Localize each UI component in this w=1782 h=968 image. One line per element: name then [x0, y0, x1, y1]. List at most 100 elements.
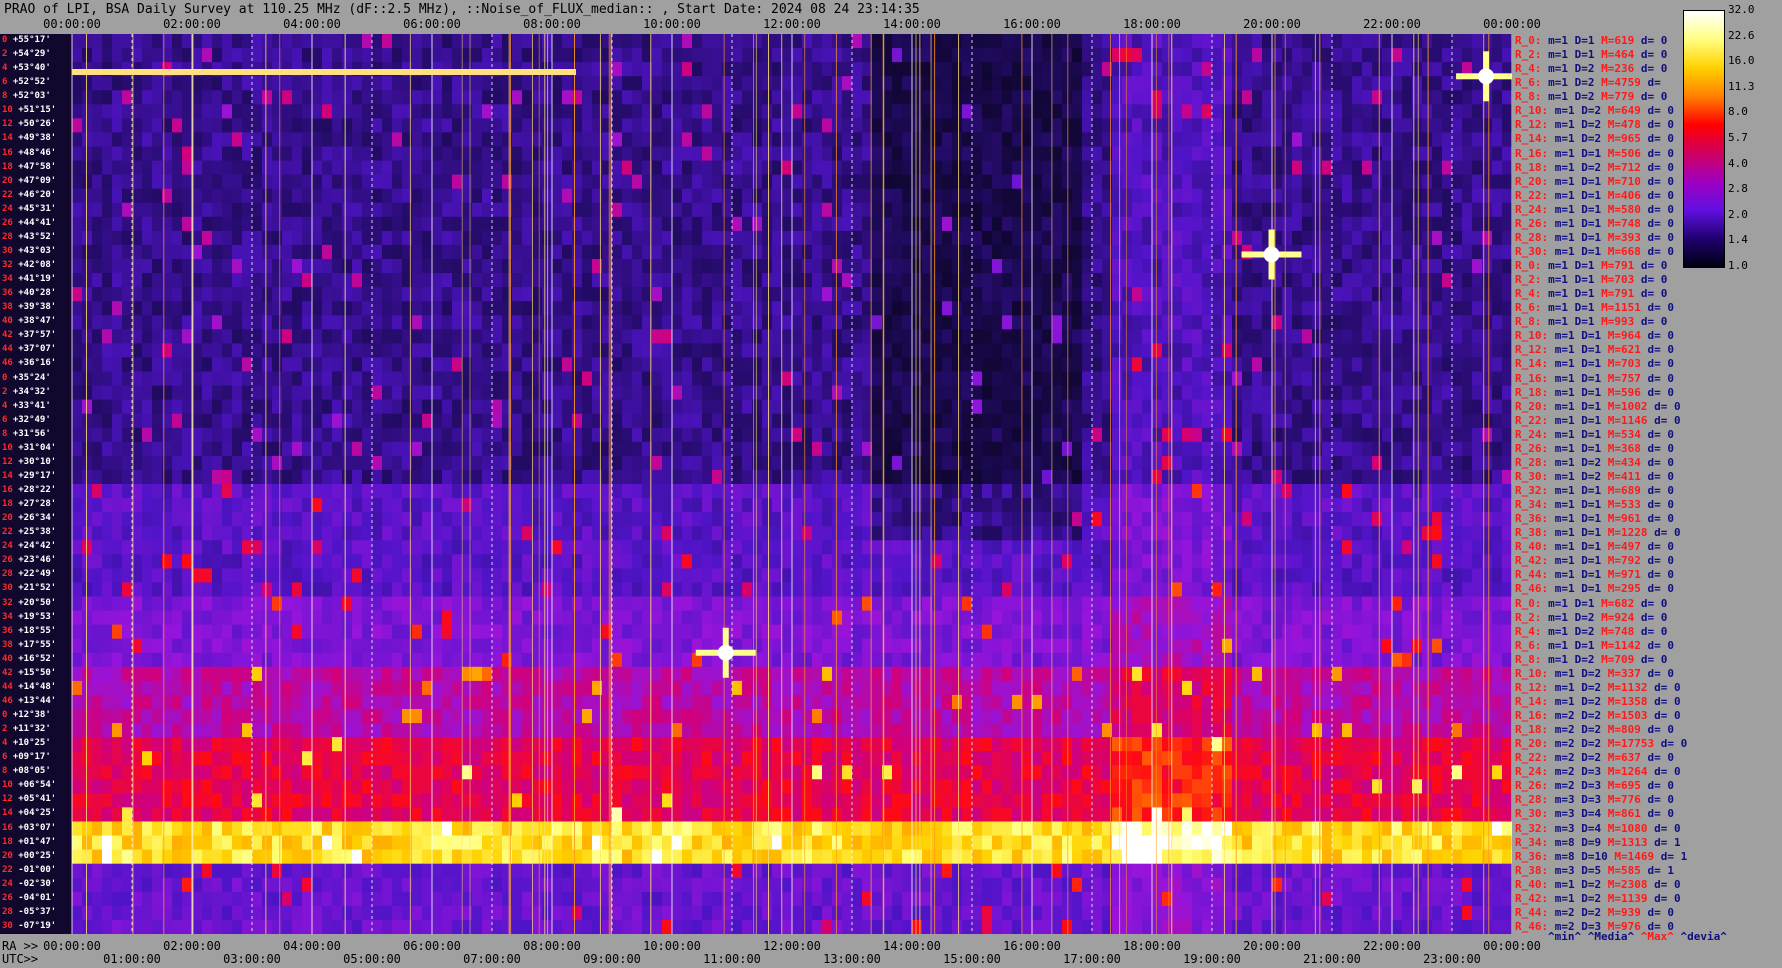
heatmap-cell — [352, 34, 363, 49]
heatmap-cell — [1292, 160, 1303, 176]
heatmap-cell — [812, 259, 823, 274]
heatmap-cell — [1132, 216, 1143, 232]
heatmap-cell — [182, 244, 193, 260]
heatmap-cell — [312, 76, 323, 91]
heatmap-cell — [782, 498, 793, 513]
heatmap-cell — [222, 132, 233, 148]
heatmap-cell — [1312, 315, 1323, 330]
heatmap-cell — [1492, 287, 1503, 302]
heatmap-cell — [1082, 48, 1093, 63]
heatmap-cell — [472, 371, 483, 387]
heatmap-cell — [1432, 174, 1443, 190]
heatmap-cell — [1222, 118, 1233, 134]
heatmap-cell — [112, 216, 123, 232]
heatmap-cell — [1202, 202, 1213, 218]
heatmap-cell — [202, 329, 213, 344]
heatmap-cell — [472, 441, 483, 457]
heatmap-cell — [1192, 385, 1203, 401]
heatmap-cell — [842, 427, 853, 443]
heatmap-cell — [692, 484, 703, 499]
heatmap-cell — [192, 287, 203, 302]
heatmap-cell — [662, 259, 673, 274]
heatmap-cell — [1082, 427, 1093, 443]
heatmap-cell — [692, 413, 703, 429]
heatmap-cell — [262, 216, 273, 232]
heatmap-cell — [772, 174, 783, 190]
heatmap-cell — [152, 244, 163, 260]
heatmap-cell — [392, 259, 403, 274]
heatmap-cell — [562, 484, 573, 499]
heatmap-cell — [872, 287, 883, 302]
heatmap-cell — [992, 188, 1003, 204]
heatmap-cell — [1092, 244, 1103, 260]
heatmap-cell — [872, 90, 883, 105]
heatmap-cell — [1212, 216, 1223, 232]
heatmap-cell — [302, 329, 313, 344]
heatmap-cell — [102, 512, 113, 527]
heatmap-cell — [1042, 301, 1053, 316]
heatmap-cell — [872, 455, 883, 471]
heatmap-cell — [562, 118, 573, 134]
heatmap-cell — [102, 399, 113, 415]
heatmap-cell — [832, 202, 843, 218]
heatmap-cell — [662, 146, 673, 162]
heatmap-cell — [332, 385, 343, 401]
heatmap-cell — [842, 202, 853, 218]
heatmap-cell — [1352, 329, 1363, 344]
heatmap-cell — [912, 90, 923, 105]
heatmap-cell — [1172, 329, 1183, 344]
heatmap-cell — [1302, 498, 1313, 513]
heatmap-cell — [122, 216, 133, 232]
heatmap-cell — [662, 273, 673, 288]
heatmap-cell — [362, 118, 373, 134]
heatmap-cell — [1072, 188, 1083, 204]
heatmap-cell — [1222, 62, 1233, 77]
heatmap-cell — [872, 385, 883, 401]
heatmap-cell — [672, 76, 683, 91]
heatmap-cell — [362, 104, 373, 119]
heatmap-cell — [1082, 399, 1093, 415]
heatmap-cell — [262, 118, 273, 134]
heatmap-cell — [1012, 48, 1023, 63]
heatmap-cell — [1332, 174, 1343, 190]
heatmap-cell — [442, 484, 453, 499]
heatmap-cell — [1272, 287, 1283, 302]
heatmap-cell — [1072, 315, 1083, 330]
heatmap-cell — [72, 118, 83, 134]
heatmap-cell — [562, 498, 573, 513]
heatmap-cell — [322, 385, 333, 401]
heatmap-cell — [232, 259, 243, 274]
heatmap-cell — [1442, 76, 1453, 91]
heatmap-cell — [892, 146, 903, 162]
heatmap-cell — [452, 329, 463, 344]
heatmap-cell — [342, 76, 353, 91]
heatmap-cell — [622, 146, 633, 162]
heatmap-cell — [932, 146, 943, 162]
heatmap-cell — [1142, 216, 1153, 232]
heatmap-cell — [122, 230, 133, 246]
heatmap-cell — [432, 146, 443, 162]
heatmap-cell — [1312, 385, 1323, 401]
heatmap-cell — [902, 132, 913, 148]
heatmap-cell — [1122, 329, 1133, 344]
heatmap-cell — [382, 76, 393, 91]
heatmap-cell — [992, 132, 1003, 148]
heatmap-cell — [662, 484, 673, 499]
heatmap-cell — [682, 174, 693, 190]
heatmap-cell — [1352, 160, 1363, 176]
heatmap-cell — [1342, 188, 1353, 204]
heatmap-cell — [1022, 484, 1033, 499]
heatmap-cell — [942, 357, 953, 373]
heatmap-cell — [512, 34, 523, 49]
heatmap-cell — [1492, 230, 1503, 246]
heatmap-cell — [1292, 62, 1303, 77]
heatmap-cell — [1302, 132, 1313, 148]
heatmap-cell — [282, 455, 293, 471]
heatmap-cell — [1442, 427, 1453, 443]
heatmap-cell — [1292, 273, 1303, 288]
heatmap-cell — [172, 357, 183, 373]
heatmap-cell — [1182, 315, 1193, 330]
heatmap-cell — [1232, 104, 1243, 119]
heatmap-cell — [112, 343, 123, 359]
heatmap-cell — [662, 441, 673, 457]
